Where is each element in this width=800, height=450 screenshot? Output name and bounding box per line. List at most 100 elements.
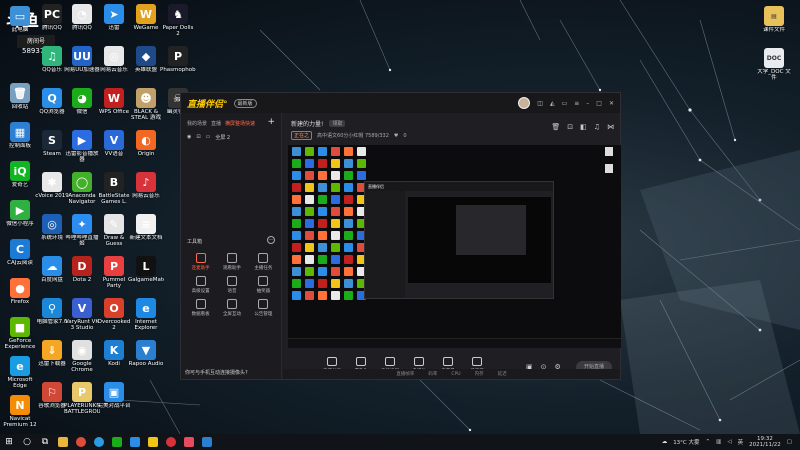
desktop-icon[interactable]: V VV语音: [96, 128, 132, 168]
tab-my-scenes[interactable]: 我的场景: [187, 120, 207, 127]
desktop-icon[interactable]: ▶ 微信小程序: [2, 198, 38, 238]
desktop-icon[interactable]: e Microsoft Edge: [2, 354, 38, 394]
desktop-icon[interactable]: P Pummel Party: [96, 254, 132, 294]
volume-icon[interactable]: ◁: [727, 439, 731, 445]
live-companion-window[interactable]: 直播伴侣° 最新版 ◫ ◭ ▭ ≡ – □ ✕ 我的场景 直播 横屏整场快速 +…: [180, 92, 621, 380]
toolbox-item[interactable]: 抽奖器: [248, 276, 279, 294]
gift-icon[interactable]: ◫: [537, 100, 543, 107]
network-icon[interactable]: ▥: [716, 439, 721, 445]
desktop-icon[interactable]: UU 网易UU加速器: [64, 44, 100, 84]
menu-icon[interactable]: ≡: [574, 100, 579, 107]
explorer-icon[interactable]: [54, 434, 72, 450]
desktop-icon[interactable]: ≡ 新建文本文档: [128, 212, 164, 252]
desktop-icon[interactable]: ▦ 控制面板: [2, 120, 38, 160]
desktop-icon[interactable]: ➤ 迅雷: [96, 2, 132, 42]
desktop-icon[interactable]: C CAJ云阅读: [2, 237, 38, 277]
desktop-icon[interactable]: O Overcooked 2: [96, 296, 132, 336]
message-icon[interactable]: ▭: [562, 100, 568, 107]
desktop-icon[interactable]: B BattleState Games L.: [96, 170, 132, 210]
desktop-icon[interactable]: ▼ Rapoo Audio: [128, 338, 164, 378]
toolbox-item[interactable]: 公告管理: [248, 299, 279, 317]
tray-chevron-icon[interactable]: ⌃: [706, 439, 711, 445]
tab-landscape[interactable]: 横屏整场快速: [225, 120, 255, 127]
desktop-icon[interactable]: ☻ BLACK & STEAL 游戏: [128, 86, 164, 126]
toolbox-item[interactable]: 观看助手: [216, 253, 247, 271]
eye-icon[interactable]: ◉: [187, 134, 191, 141]
rapoo-icon[interactable]: [198, 434, 216, 450]
desktop-icon[interactable]: ✎ Draw & Guess: [96, 212, 132, 252]
wechat-icon[interactable]: [108, 434, 126, 450]
desktop-icon[interactable]: ◎ 网易云音乐: [96, 44, 132, 84]
toolbox-collapse-button[interactable]: —: [267, 236, 275, 244]
maximize-icon[interactable]: □: [596, 100, 602, 107]
minimize-icon[interactable]: –: [586, 100, 589, 107]
desktop-icon[interactable]: iQ 爱奇艺: [2, 159, 38, 199]
bell-icon[interactable]: ♫: [594, 123, 600, 131]
desktop-icon[interactable]: V VaryRunt VK 3 Studio: [64, 296, 100, 336]
chrome-icon[interactable]: [72, 434, 90, 450]
add-scene-button[interactable]: +: [267, 118, 275, 127]
desktop-icon[interactable]: ■ GeForce Experience: [2, 315, 38, 355]
lock-icon[interactable]: ⊡: [567, 123, 573, 131]
category-tag[interactable]: 正在之: [291, 131, 313, 140]
desktop-icon[interactable]: ◉ Google Chrome: [64, 338, 100, 378]
user-avatar[interactable]: [518, 97, 531, 109]
task-view-icon[interactable]: ⧉: [36, 434, 54, 450]
desktop-icon[interactable]: ◔ 腾讯QQ: [64, 2, 100, 42]
layers-icon[interactable]: ◧: [580, 123, 587, 131]
qq-music-icon[interactable]: [180, 434, 198, 450]
toolbox-item[interactable]: 连麦助手: [185, 253, 216, 271]
notification-icon[interactable]: ▢: [787, 439, 792, 445]
stream-title[interactable]: 新建的力量!: [291, 119, 323, 128]
toolbox-item[interactable]: 主播任务: [248, 253, 279, 271]
shirt-icon[interactable]: ◭: [550, 100, 555, 107]
desktop-icon[interactable]: ▭ 此电脑: [2, 4, 38, 44]
desktop-icon[interactable]: ◯ Anaconda Navigator: [64, 170, 100, 210]
wps-icon[interactable]: [126, 434, 144, 450]
desktop-icon[interactable]: ▣ 完美对战平台: [96, 380, 132, 420]
desktop-icon[interactable]: PPLAYERUNKNOWN'S BATTLEGROUNDS: [64, 380, 100, 420]
desktop-icon[interactable]: PPhasmophobia: [160, 44, 196, 84]
desktop-icon[interactable]: 🗑 回收站: [2, 81, 38, 121]
netease-music-icon[interactable]: [162, 434, 180, 450]
search-icon[interactable]: ○: [18, 434, 36, 450]
weather-icon[interactable]: ☁: [662, 439, 668, 445]
desktop-icon[interactable]: ◕ 微信: [64, 86, 100, 126]
live-preview[interactable]: 直播伴侣: [288, 145, 621, 348]
desktop-icon[interactable]: e Internet Explorer: [128, 296, 164, 336]
share-icon[interactable]: ⋈: [607, 123, 614, 131]
connect-notice[interactable]: 你可与手机互动连接摄像头?: [185, 369, 248, 376]
input-language[interactable]: 英: [738, 438, 744, 446]
clock[interactable]: 19:32 2021/11/22: [749, 436, 781, 448]
desktop-icon[interactable]: ◐ Origin: [128, 128, 164, 168]
start-button-icon[interactable]: ⊞: [0, 434, 18, 450]
desktop-icon[interactable]: D Dota 2: [64, 254, 100, 294]
claim-badge[interactable]: 领取: [329, 120, 346, 127]
toolbox-item[interactable]: 高级设置: [185, 276, 216, 294]
weather-text[interactable]: 13°C 大雾: [673, 438, 699, 446]
desktop-file-icon[interactable]: ▤ 课件文件: [756, 4, 792, 44]
desktop-icon[interactable]: L GalgameMate: [128, 254, 164, 294]
live-companion-task-icon[interactable]: [144, 434, 162, 450]
toolbox-item[interactable]: 全屏互动: [216, 299, 247, 317]
tab-live[interactable]: 直播: [211, 120, 221, 127]
desktop-icon[interactable]: ▶ 迅雷影音播放器: [64, 128, 100, 168]
edge-icon[interactable]: [90, 434, 108, 450]
desktop-icon[interactable]: W WeGame: [128, 2, 164, 42]
desktop-icon[interactable]: K Kodi: [96, 338, 132, 378]
desktop-icon[interactable]: ♪ 网易云音乐: [128, 170, 164, 210]
desktop-icon[interactable]: ♞ Paper Dolls 2: [160, 2, 196, 42]
desktop-icon[interactable]: ✦ 哔哩哔哩直播姬: [64, 212, 100, 252]
window-titlebar[interactable]: 直播伴侣° 最新版 ◫ ◭ ▭ ≡ – □ ✕: [181, 93, 620, 113]
toolbox-item[interactable]: 语音: [216, 276, 247, 294]
desktop-icon[interactable]: ● Firefox: [2, 276, 38, 316]
desktop-file-icon[interactable]: DOC 大学_DOC 文件: [756, 46, 792, 86]
close-icon[interactable]: ✕: [609, 100, 614, 107]
trash-icon[interactable]: 🗑: [551, 123, 560, 131]
desktop-icon[interactable]: ◆ 英雄联盟: [128, 44, 164, 84]
desktop-icon[interactable]: W WPS Office: [96, 86, 132, 126]
scene-item[interactable]: ◉ ⊡ ▭ 全屏 2: [181, 131, 281, 144]
desktop-icon[interactable]: N Navicat Premium 12: [2, 393, 38, 433]
toolbox-item[interactable]: 数据看板: [185, 299, 216, 317]
lock-icon[interactable]: ⊡: [196, 134, 200, 141]
